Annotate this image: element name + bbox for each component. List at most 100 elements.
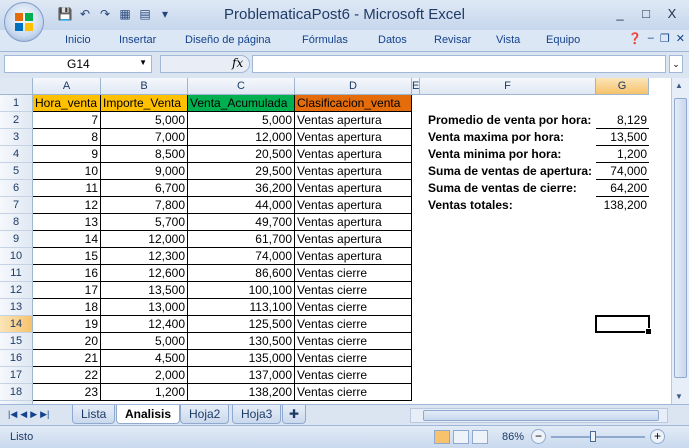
table-cell[interactable]: 49,700 bbox=[188, 214, 295, 231]
zoom-slider-thumb[interactable] bbox=[590, 431, 596, 442]
table-cell[interactable]: Ventas cierre bbox=[295, 333, 412, 350]
table-cell[interactable]: 2,000 bbox=[101, 367, 188, 384]
tab-inicio[interactable]: Inicio bbox=[65, 34, 91, 46]
sheet-tab-analisis[interactable]: Analisis bbox=[116, 405, 181, 424]
minimize-button[interactable]: _ bbox=[607, 2, 633, 24]
last-sheet-icon[interactable]: ▶| bbox=[40, 409, 49, 420]
tab-formulas[interactable]: Fórmulas bbox=[302, 34, 348, 46]
first-sheet-icon[interactable]: |◀ bbox=[8, 409, 17, 420]
row-header-11[interactable]: 11 bbox=[0, 265, 33, 282]
stat-label[interactable]: Promedio de venta por hora: bbox=[426, 112, 596, 129]
table-cell[interactable]: 74,000 bbox=[188, 248, 295, 265]
table-cell[interactable]: 7,800 bbox=[101, 197, 188, 214]
table-cell[interactable]: 135,000 bbox=[188, 350, 295, 367]
ribbon-restore-icon[interactable]: ❐ bbox=[660, 32, 670, 45]
table-cell[interactable]: 7,000 bbox=[101, 129, 188, 146]
name-box[interactable]: G14 ▼ bbox=[4, 55, 152, 73]
table-cell[interactable]: Ventas apertura bbox=[295, 146, 412, 163]
row-header-1[interactable]: 1 bbox=[0, 95, 33, 112]
table-cell[interactable]: 125,500 bbox=[188, 316, 295, 333]
table-cell[interactable]: 138,200 bbox=[188, 384, 295, 401]
column-header-g[interactable]: G bbox=[596, 78, 649, 95]
table-cell[interactable]: 29,500 bbox=[188, 163, 295, 180]
table-cell[interactable]: 12,300 bbox=[101, 248, 188, 265]
stat-value[interactable]: 1,200 bbox=[596, 146, 649, 163]
zoom-slider-track[interactable] bbox=[551, 436, 645, 438]
table-cell[interactable]: 15 bbox=[33, 248, 101, 265]
table-cell[interactable]: 86,600 bbox=[188, 265, 295, 282]
stat-value[interactable]: 138,200 bbox=[596, 197, 649, 214]
table-cell[interactable]: Ventas apertura bbox=[295, 231, 412, 248]
table-cell[interactable]: 8 bbox=[33, 129, 101, 146]
horizontal-scroll-thumb[interactable] bbox=[423, 410, 659, 421]
office-button[interactable] bbox=[4, 2, 44, 42]
table-cell[interactable]: 13,500 bbox=[101, 282, 188, 299]
table-cell[interactable]: 100,100 bbox=[188, 282, 295, 299]
zoom-level[interactable]: 86% bbox=[502, 431, 524, 443]
table-cell[interactable]: Ventas apertura bbox=[295, 197, 412, 214]
table-cell[interactable]: 12,400 bbox=[101, 316, 188, 333]
tab-diseno-pagina[interactable]: Diseño de página bbox=[185, 34, 271, 46]
table-cell[interactable]: 9,000 bbox=[101, 163, 188, 180]
vertical-scroll-thumb[interactable] bbox=[674, 98, 687, 378]
table-cell[interactable]: Ventas cierre bbox=[295, 299, 412, 316]
formula-input[interactable] bbox=[252, 55, 666, 73]
table-cell[interactable]: 12,000 bbox=[188, 129, 295, 146]
ribbon-minimize-icon[interactable]: – bbox=[648, 32, 654, 45]
table-cell[interactable]: Ventas cierre bbox=[295, 316, 412, 333]
expand-formula-bar-icon[interactable]: ⌄ bbox=[669, 55, 683, 73]
zoom-in-button[interactable]: + bbox=[650, 429, 665, 444]
table-cell[interactable]: 61,700 bbox=[188, 231, 295, 248]
tab-revisar[interactable]: Revisar bbox=[434, 34, 471, 46]
table-cell[interactable]: 6,700 bbox=[101, 180, 188, 197]
table-cell[interactable]: 8,500 bbox=[101, 146, 188, 163]
table-cell[interactable]: 17 bbox=[33, 282, 101, 299]
select-all-corner[interactable] bbox=[0, 78, 33, 95]
table-cell[interactable]: 7 bbox=[33, 112, 101, 129]
horizontal-scrollbar[interactable] bbox=[410, 408, 668, 423]
help-icon[interactable]: ❓ bbox=[628, 32, 642, 45]
table-cell[interactable]: 21 bbox=[33, 350, 101, 367]
row-header-3[interactable]: 3 bbox=[0, 129, 33, 146]
table-cell[interactable]: 12,600 bbox=[101, 265, 188, 282]
table-cell[interactable]: 137,000 bbox=[188, 367, 295, 384]
table-cell[interactable]: 5,000 bbox=[188, 112, 295, 129]
table-cell[interactable]: 23 bbox=[33, 384, 101, 401]
table-cell[interactable]: 1,200 bbox=[101, 384, 188, 401]
stat-label[interactable]: Venta minima por hora: bbox=[426, 146, 596, 163]
row-header-10[interactable]: 10 bbox=[0, 248, 33, 265]
table-cell[interactable]: 5,000 bbox=[101, 112, 188, 129]
scroll-up-icon[interactable]: ▲ bbox=[675, 81, 683, 90]
stat-value[interactable]: 64,200 bbox=[596, 180, 649, 197]
page-layout-view-icon[interactable] bbox=[453, 430, 469, 444]
insert-function-icon[interactable]: fx bbox=[232, 56, 243, 70]
table-cell[interactable]: 9 bbox=[33, 146, 101, 163]
column-header-e[interactable]: E bbox=[412, 78, 420, 95]
stat-label[interactable]: Venta maxima por hora: bbox=[426, 129, 596, 146]
table-cell[interactable]: 20,500 bbox=[188, 146, 295, 163]
tab-equipo[interactable]: Equipo bbox=[546, 34, 580, 46]
row-header-14[interactable]: 14 bbox=[0, 316, 33, 333]
prev-sheet-icon[interactable]: ◀ bbox=[20, 409, 27, 420]
row-header-16[interactable]: 16 bbox=[0, 350, 33, 367]
column-header-f[interactable]: F bbox=[420, 78, 596, 95]
table-cell[interactable]: Ventas apertura bbox=[295, 180, 412, 197]
table-cell[interactable]: Ventas apertura bbox=[295, 129, 412, 146]
stat-label[interactable]: Suma de ventas de apertura: bbox=[426, 163, 596, 180]
tab-insertar[interactable]: Insertar bbox=[119, 34, 156, 46]
table-cell[interactable]: 130,500 bbox=[188, 333, 295, 350]
table-cell[interactable]: 5,000 bbox=[101, 333, 188, 350]
table-cell[interactable]: Ventas cierre bbox=[295, 265, 412, 282]
sheet-tab-hoja2[interactable]: Hoja2 bbox=[180, 405, 230, 424]
table-cell[interactable]: 36,200 bbox=[188, 180, 295, 197]
table-cell[interactable]: 5,700 bbox=[101, 214, 188, 231]
stat-value[interactable]: 8,129 bbox=[596, 112, 649, 129]
row-header-13[interactable]: 13 bbox=[0, 299, 33, 316]
table-cell[interactable]: Ventas apertura bbox=[295, 163, 412, 180]
active-cell-selection[interactable] bbox=[595, 315, 652, 335]
table-cell[interactable]: Ventas cierre bbox=[295, 384, 412, 401]
table-cell[interactable]: 44,000 bbox=[188, 197, 295, 214]
row-header-8[interactable]: 8 bbox=[0, 214, 33, 231]
next-sheet-icon[interactable]: ▶ bbox=[30, 409, 37, 420]
table-cell[interactable]: 18 bbox=[33, 299, 101, 316]
